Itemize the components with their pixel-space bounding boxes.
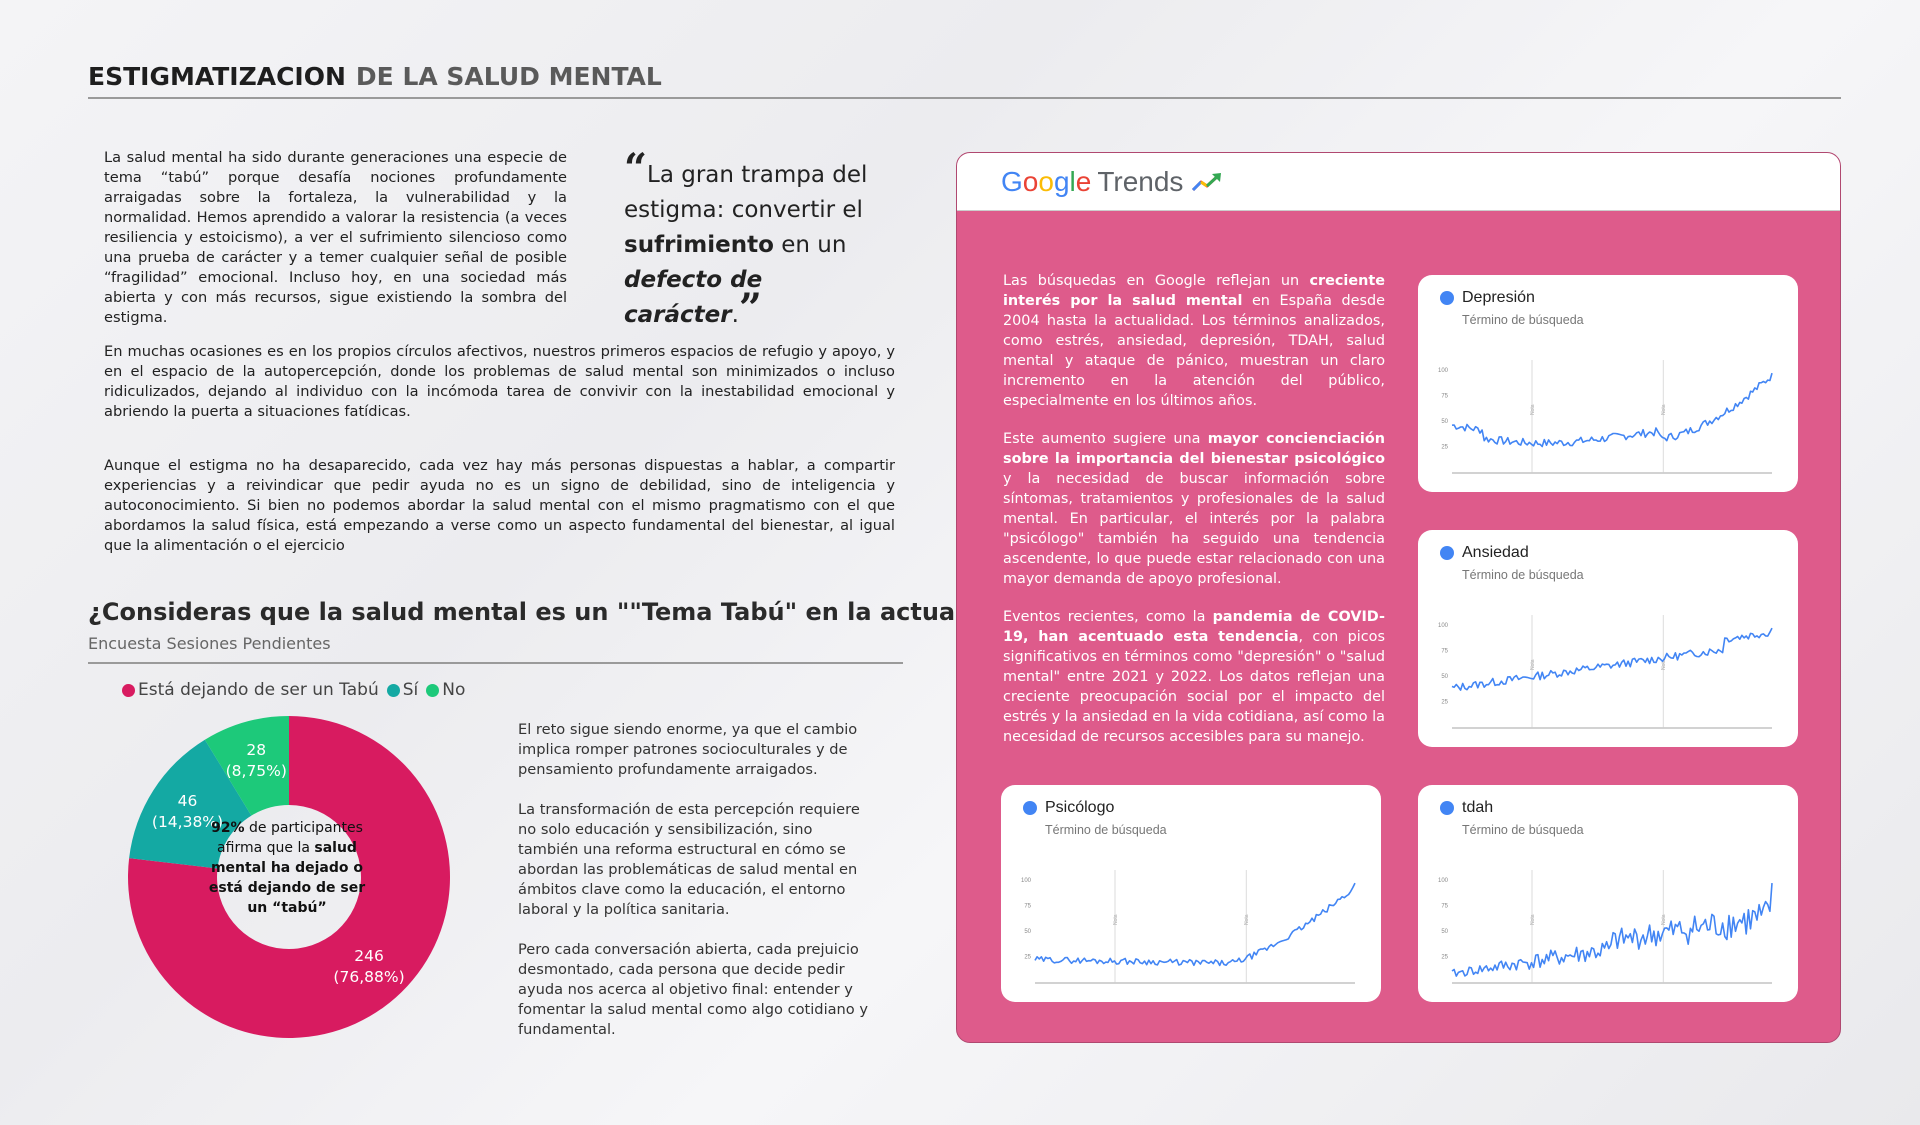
survey-side-paragraph-3: Pero cada conversación abierta, cada pre…	[518, 941, 869, 1038]
donut-data-label-line: 46	[177, 792, 198, 811]
note-marker-label: Nota	[1530, 659, 1536, 670]
google-logo: Google	[1001, 166, 1091, 198]
legend-dot	[386, 683, 400, 697]
y-tick-label: 25	[1024, 955, 1031, 961]
note-marker-label: Nota	[1244, 914, 1250, 925]
donut-data-label-line: 246	[354, 947, 384, 966]
trends-text-segment: en España desde 2004 hasta la actualidad…	[1003, 293, 1385, 409]
google-logo-letter: G	[1001, 165, 1023, 197]
legend-item-0: Está dejando de ser un Tabú	[122, 680, 379, 700]
legend-dot	[426, 683, 440, 697]
google-logo-letter: g	[1053, 165, 1070, 197]
trends-text-segment: y la necesidad de buscar información sob…	[1003, 471, 1385, 587]
trend-series-line	[1034, 882, 1356, 967]
legend-label: No	[442, 680, 466, 700]
legend-item-1: Sí	[386, 680, 419, 700]
chart-legend: Está dejando de ser un Tabú Sí No	[122, 680, 465, 700]
donut-data-label-line: (8,75%)	[225, 762, 287, 781]
trend-card-psicologo: Psicólogo Término de búsqueda 100 75 50 25 Not…	[1001, 785, 1381, 1002]
trends-label: Trends	[1097, 165, 1184, 197]
y-tick-label: 75	[1441, 904, 1448, 910]
google-logo-letter: o	[1038, 165, 1054, 197]
close-quote-mark: ”	[738, 285, 762, 332]
quote-text-e: .	[731, 302, 739, 328]
donut-data-label: 246 (76,88%)	[324, 946, 414, 988]
survey-side-paragraph-1: El reto sigue siendo enorme, ya que el c…	[518, 721, 858, 778]
pull-quote: “La gran trampa del estigma: convertir e…	[624, 149, 894, 333]
intro-paragraph-1: La salud mental ha sido durante generaci…	[104, 149, 567, 326]
google-trends-header: Google Trends	[957, 153, 1840, 211]
y-tick-label: 50	[1441, 419, 1448, 425]
note-marker-label: Nota	[1661, 914, 1667, 925]
donut-data-label-line: (76,88%)	[333, 968, 405, 987]
y-tick-label: 100	[1021, 878, 1032, 884]
trend-line-chart: 100755025Nota Nota	[1438, 615, 1773, 729]
y-tick-label: 75	[1441, 394, 1448, 400]
survey-question: ¿Consideras que la salud mental es un ""…	[88, 598, 1037, 626]
intro-paragraph-3: Aunque el estigma no ha desaparecido, ca…	[104, 457, 895, 554]
title-part-1: ESTIGMATIZACION	[88, 62, 346, 91]
quote-text-a: La gran trampa del estigma: convertir el	[624, 162, 868, 223]
trend-card-depresion: Depresión Término de búsqueda 100 75 50 25 Not…	[1418, 275, 1798, 492]
legend-item-2: No	[426, 680, 465, 700]
trend-series-line	[1451, 627, 1773, 691]
y-tick-label: 50	[1441, 929, 1448, 935]
survey-side-paragraph-2: La transformación de esta percepción req…	[518, 801, 860, 918]
note-marker-label: Nota	[1661, 404, 1667, 415]
center-pct: 92%	[211, 820, 245, 836]
note-marker-label: Nota	[1530, 914, 1536, 925]
page-title: ESTIGMATIZACION DE LA SALUD MENTAL	[88, 62, 1841, 99]
y-tick-label: 100	[1438, 368, 1449, 374]
y-tick-label: 25	[1441, 955, 1448, 961]
note-marker-label: Nota	[1530, 404, 1536, 415]
donut-data-label: 28 (8,75%)	[211, 740, 301, 782]
trend-line-chart: 100 75 50 25 Nota Nota	[1021, 870, 1356, 984]
y-tick-label: 75	[1441, 649, 1448, 655]
trend-series-line	[1451, 883, 1773, 977]
title-part-2: DE LA SALUD MENTAL	[355, 62, 662, 91]
y-tick-label: 100	[1438, 878, 1449, 884]
trend-card-ansiedad: Ansiedad Término de búsqueda 100 75 50 25 Nota…	[1418, 530, 1798, 747]
trend-series-line	[1451, 372, 1773, 448]
trends-paragraph-1: Las búsquedas en Google reflejan un crec…	[1003, 271, 1385, 411]
trends-text-segment: Eventos recientes, como la	[1003, 609, 1213, 625]
note-marker-label: Nota	[1113, 914, 1119, 925]
trends-text-segment: , con picos significativos en términos c…	[1003, 629, 1385, 745]
quote-text-c: en un	[773, 232, 847, 258]
trends-text-segment: Este aumento sugiere una	[1003, 431, 1208, 447]
divider	[88, 662, 903, 664]
trends-text-segment: Las búsquedas en Google reflejan un	[1003, 273, 1310, 289]
y-tick-label: 50	[1441, 674, 1448, 680]
trend-line-chart: 100 75 50 25 Nota Nota	[1438, 360, 1773, 474]
google-logo-letter: e	[1075, 165, 1092, 197]
donut-data-label-line: 28	[246, 741, 267, 760]
trending-up-icon	[1192, 172, 1222, 191]
trends-paragraph-3: Eventos recientes, como la pandemia de C…	[1003, 607, 1385, 747]
legend-label: Sí	[402, 680, 419, 700]
google-logo-letter: o	[1022, 165, 1039, 197]
y-tick-label: 50	[1024, 929, 1031, 935]
intro-paragraph-2: En muchas ocasiones es en los propios cí…	[104, 343, 895, 420]
donut-center-text: 92% de participantes afirma que la salud…	[208, 818, 366, 918]
trends-description: Las búsquedas en Google reflejan un crec…	[1003, 271, 1385, 765]
y-tick-label: 75	[1024, 904, 1031, 910]
legend-dot	[122, 683, 135, 697]
y-tick-label: 25	[1441, 445, 1448, 451]
legend-label: Está dejando de ser un Tabú	[138, 680, 379, 700]
quote-text-b: sufrimiento	[624, 232, 774, 258]
trends-paragraph-2: Este aumento sugiere una mayor concienci…	[1003, 429, 1385, 589]
trend-line-chart: 100 75 50 25 Nota Nota	[1438, 870, 1773, 984]
y-tick-label: 25	[1441, 700, 1448, 706]
open-quote-mark: “	[624, 145, 648, 192]
y-tick-label: 100	[1438, 623, 1449, 629]
survey-source: Encuesta Sesiones Pendientes	[88, 634, 331, 653]
trend-card-tdah: tdah Término de búsqueda 100 75 50 25 Nota Nota	[1418, 785, 1798, 1002]
